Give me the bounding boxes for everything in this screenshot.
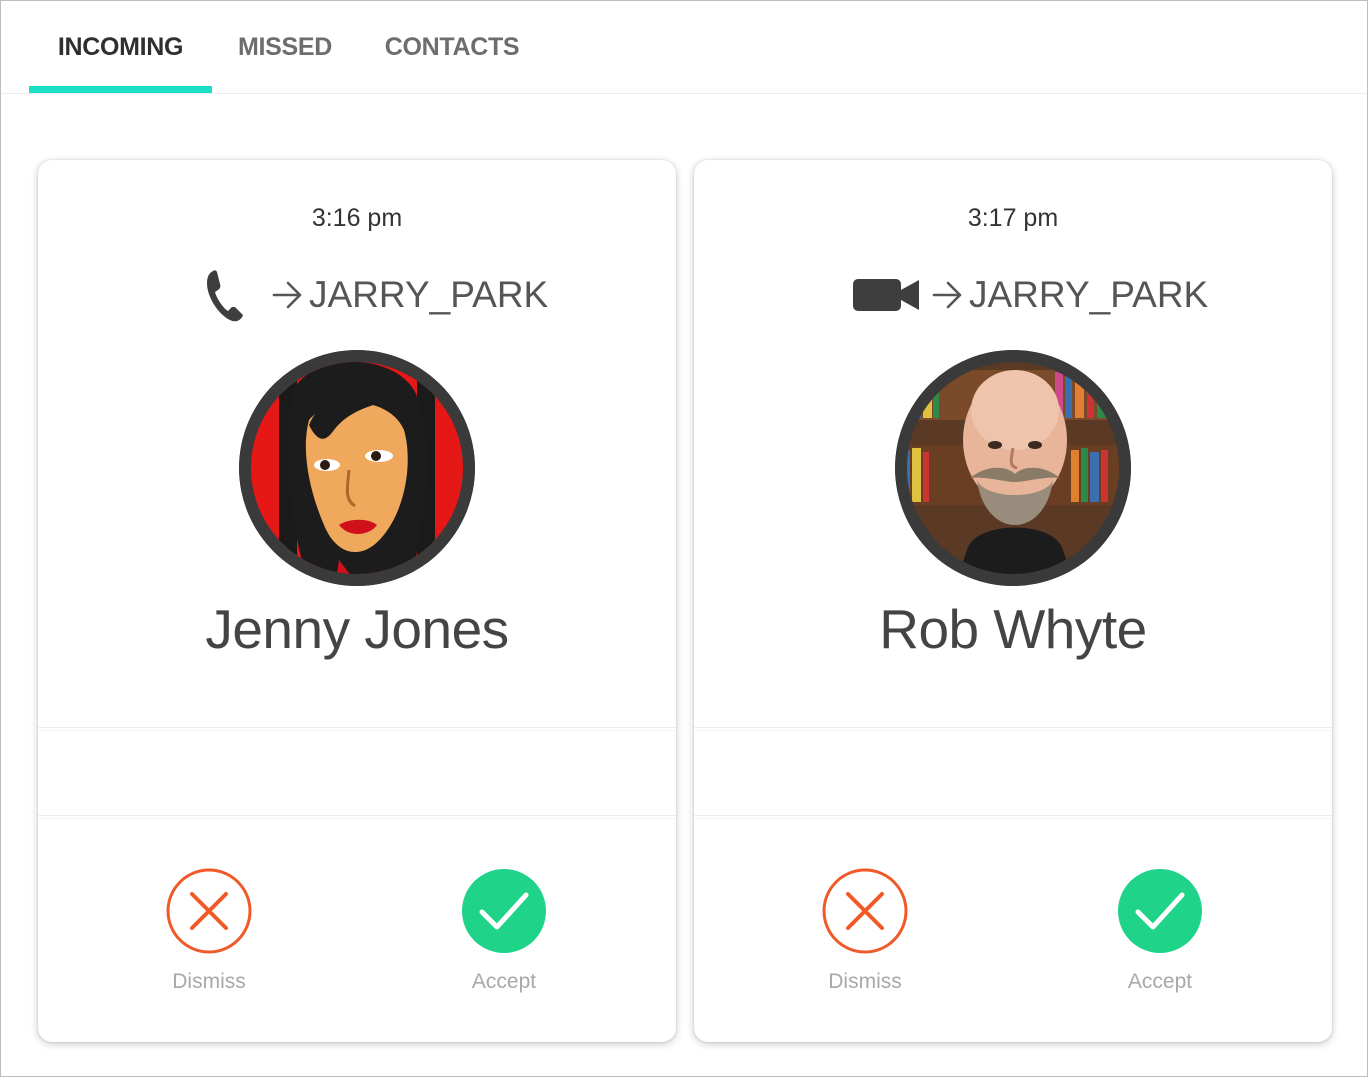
incoming-calls-panel: INCOMING MISSED CONTACTS 3:16 pm JARRY_P… <box>0 0 1368 1077</box>
call-destination: JARRY_PARK <box>969 274 1209 315</box>
dismiss-x-icon <box>821 867 909 960</box>
tab-missed[interactable]: MISSED <box>224 2 346 93</box>
dismiss-button[interactable]: Dismiss <box>795 867 935 997</box>
divider <box>38 727 676 731</box>
call-destination: JARRY_PARK <box>309 274 549 315</box>
active-tab-indicator <box>29 86 212 93</box>
accept-label: Accept <box>1127 970 1193 993</box>
avatar <box>895 350 1131 586</box>
caller-name: Rob Whyte <box>879 598 1147 660</box>
video-camera-icon <box>851 275 921 315</box>
call-route: JARRY_PARK <box>851 265 1208 325</box>
tab-incoming[interactable]: INCOMING <box>29 2 212 93</box>
caller-name: Jenny Jones <box>205 598 509 660</box>
call-route: JARRY_PARK <box>203 265 548 325</box>
call-time: 3:17 pm <box>967 204 1059 232</box>
divider <box>694 727 1332 731</box>
accept-checkmark-icon <box>1116 867 1204 960</box>
divider <box>694 815 1332 819</box>
avatar <box>239 350 475 586</box>
arrow-right-icon <box>271 280 305 310</box>
tab-contacts[interactable]: CONTACTS <box>370 2 534 93</box>
dismiss-x-icon <box>165 867 253 960</box>
dismiss-label: Dismiss <box>172 970 246 993</box>
accept-label: Accept <box>471 970 537 993</box>
call-time: 3:16 pm <box>311 204 403 232</box>
tab-bar: INCOMING MISSED CONTACTS <box>2 2 1366 94</box>
accept-checkmark-icon <box>460 867 548 960</box>
phone-icon <box>203 265 257 325</box>
arrow-right-icon <box>931 280 965 310</box>
incoming-call-card: 3:17 pm JARRY_PARK Rob Whyte Dismiss Acc… <box>694 160 1332 1042</box>
accept-button[interactable]: Accept <box>1090 867 1230 997</box>
divider <box>38 815 676 819</box>
dismiss-button[interactable]: Dismiss <box>139 867 279 997</box>
dismiss-label: Dismiss <box>828 970 902 993</box>
incoming-call-card: 3:16 pm JARRY_PARK Jenny Jones Dismiss A… <box>38 160 676 1042</box>
accept-button[interactable]: Accept <box>434 867 574 997</box>
